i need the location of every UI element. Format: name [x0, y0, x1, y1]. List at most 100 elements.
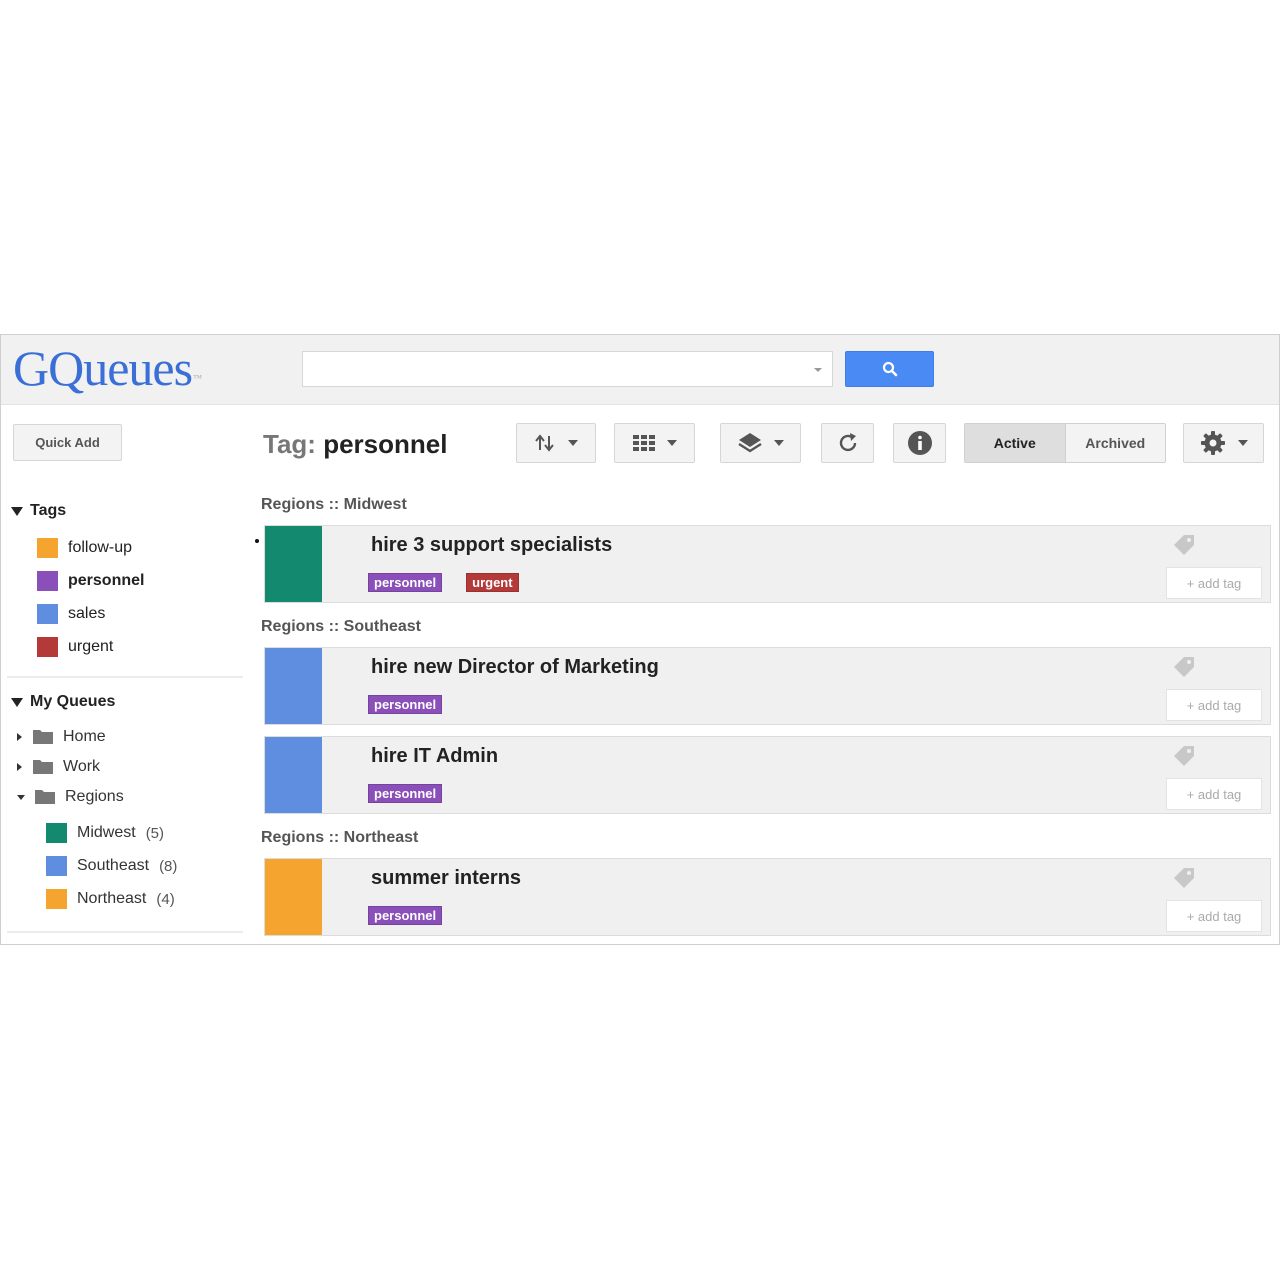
logo-trademark: ™	[193, 373, 202, 383]
group-header-southeast: Regions :: Southeast	[261, 618, 422, 635]
sidebar-divider	[7, 931, 243, 933]
task-title[interactable]: hire new Director of Marketing	[371, 656, 659, 679]
chevron-down-icon	[773, 440, 784, 446]
queue-color-bar	[265, 648, 322, 724]
refresh-icon	[839, 433, 856, 452]
folder-icon	[33, 760, 53, 774]
active-archived-toggle: Active Archived	[964, 423, 1166, 463]
app-header: GQueues™	[1, 335, 1279, 405]
gqueues-app: GQueues™ Quick Add Tag: personnel Active…	[0, 334, 1280, 945]
tag-pill-personnel[interactable]: personnel	[368, 906, 443, 925]
sidebar-tag-sales[interactable]: sales	[37, 604, 105, 624]
folder-icon	[35, 790, 55, 804]
layers-icon	[737, 433, 762, 453]
collapse-arrow-icon[interactable]	[17, 794, 25, 800]
tag-pill-urgent[interactable]: urgent	[466, 573, 519, 592]
expand-arrow-icon[interactable]	[17, 763, 22, 771]
tag-pill-personnel[interactable]: personnel	[368, 784, 443, 803]
active-tab[interactable]: Active	[965, 424, 1066, 462]
page-title: Tag: personnel	[263, 429, 447, 460]
queue-label: Midwest	[77, 824, 136, 841]
queue-color-swatch	[46, 856, 67, 876]
sidebar-tag-label: sales	[68, 605, 106, 622]
queue-count: (4)	[156, 890, 175, 908]
search-icon	[882, 361, 897, 377]
sort-button[interactable]	[516, 423, 596, 463]
tag-icon[interactable]	[1172, 533, 1198, 559]
sidebar-folder-regions[interactable]: Regions	[17, 788, 124, 806]
task-item[interactable]: hire new Director of Marketing personnel…	[264, 647, 1271, 725]
task-tags: personnel	[368, 784, 466, 803]
chevron-down-icon	[1237, 440, 1248, 446]
task-tags: personnel	[368, 906, 466, 925]
search-input[interactable]	[303, 352, 803, 386]
task-title[interactable]: hire 3 support specialists	[371, 534, 612, 557]
sidebar-folder-home[interactable]: Home	[17, 728, 106, 746]
sidebar-tag-label: urgent	[68, 638, 114, 655]
task-tags: personnel urgent	[368, 573, 543, 592]
expand-arrow-icon[interactable]	[17, 733, 22, 741]
info-icon	[907, 431, 932, 455]
page-title-prefix: Tag:	[263, 429, 316, 459]
folder-label: Regions	[65, 788, 124, 805]
sidebar-tag-personnel[interactable]: personnel	[37, 571, 144, 591]
folder-icon	[33, 730, 53, 744]
add-tag-button[interactable]: + add tag	[1166, 567, 1262, 599]
settings-button[interactable]	[1183, 423, 1264, 463]
task-item[interactable]: hire 3 support specialists personnel urg…	[264, 525, 1271, 603]
queue-color-swatch	[46, 889, 67, 909]
queue-color-swatch	[46, 823, 67, 843]
view-button[interactable]	[614, 423, 695, 463]
add-tag-button[interactable]: + add tag	[1166, 778, 1262, 810]
search-options-caret-icon[interactable]	[814, 368, 822, 372]
task-title[interactable]: hire IT Admin	[371, 745, 498, 768]
sidebar-divider	[7, 676, 243, 678]
tag-color-swatch	[37, 604, 58, 624]
refresh-button[interactable]	[821, 423, 874, 463]
quick-add-button[interactable]: Quick Add	[13, 424, 122, 461]
tag-pill-personnel[interactable]: personnel	[368, 573, 443, 592]
folder-label: Home	[63, 728, 106, 745]
collapse-triangle-icon[interactable]	[11, 506, 23, 516]
grid-view-icon	[632, 435, 655, 451]
tag-icon[interactable]	[1172, 866, 1198, 892]
tag-color-swatch	[37, 571, 58, 591]
queue-count: (8)	[159, 857, 178, 875]
logo[interactable]: GQueues™	[13, 339, 202, 397]
chevron-down-icon	[666, 440, 677, 446]
task-item[interactable]: hire IT Admin personnel + add tag	[264, 736, 1271, 814]
tag-pill-personnel[interactable]: personnel	[368, 695, 443, 714]
my-queues-heading-label: My Queues	[30, 693, 116, 710]
sidebar-queue-southeast[interactable]: Southeast (8)	[46, 856, 177, 876]
sidebar-queue-midwest[interactable]: Midwest (5)	[46, 823, 164, 843]
add-tag-button[interactable]: + add tag	[1166, 689, 1262, 721]
queue-color-bar	[265, 859, 322, 935]
sidebar-folder-work[interactable]: Work	[17, 758, 100, 776]
task-tags: personnel	[368, 695, 466, 714]
queue-label: Southeast	[77, 857, 150, 874]
layers-button[interactable]	[720, 423, 801, 463]
sidebar-queue-northeast[interactable]: Northeast (4)	[46, 889, 175, 909]
sidebar-tag-label: personnel	[68, 572, 145, 589]
search-box[interactable]	[302, 351, 833, 387]
info-button[interactable]	[893, 423, 946, 463]
my-queues-heading[interactable]: My Queues	[11, 693, 115, 711]
queue-color-bar	[265, 737, 322, 813]
tags-heading[interactable]: Tags	[11, 502, 66, 520]
sidebar-tag-follow-up[interactable]: follow-up	[37, 538, 132, 558]
tag-icon[interactable]	[1172, 655, 1198, 681]
sidebar-tag-urgent[interactable]: urgent	[37, 637, 113, 657]
task-title[interactable]: summer interns	[371, 867, 521, 890]
tag-color-swatch	[37, 637, 58, 657]
collapse-triangle-icon[interactable]	[11, 697, 23, 707]
search-button[interactable]	[845, 351, 934, 387]
folder-label: Work	[63, 758, 101, 775]
add-tag-button[interactable]: + add tag	[1166, 900, 1262, 932]
chevron-down-icon	[568, 440, 578, 446]
archived-tab[interactable]: Archived	[1065, 424, 1165, 462]
task-item[interactable]: summer interns personnel + add tag	[264, 858, 1271, 936]
queue-color-bar	[265, 526, 322, 602]
tag-icon[interactable]	[1172, 744, 1198, 770]
tag-color-swatch	[37, 538, 58, 558]
logo-text: GQueues	[13, 340, 193, 396]
